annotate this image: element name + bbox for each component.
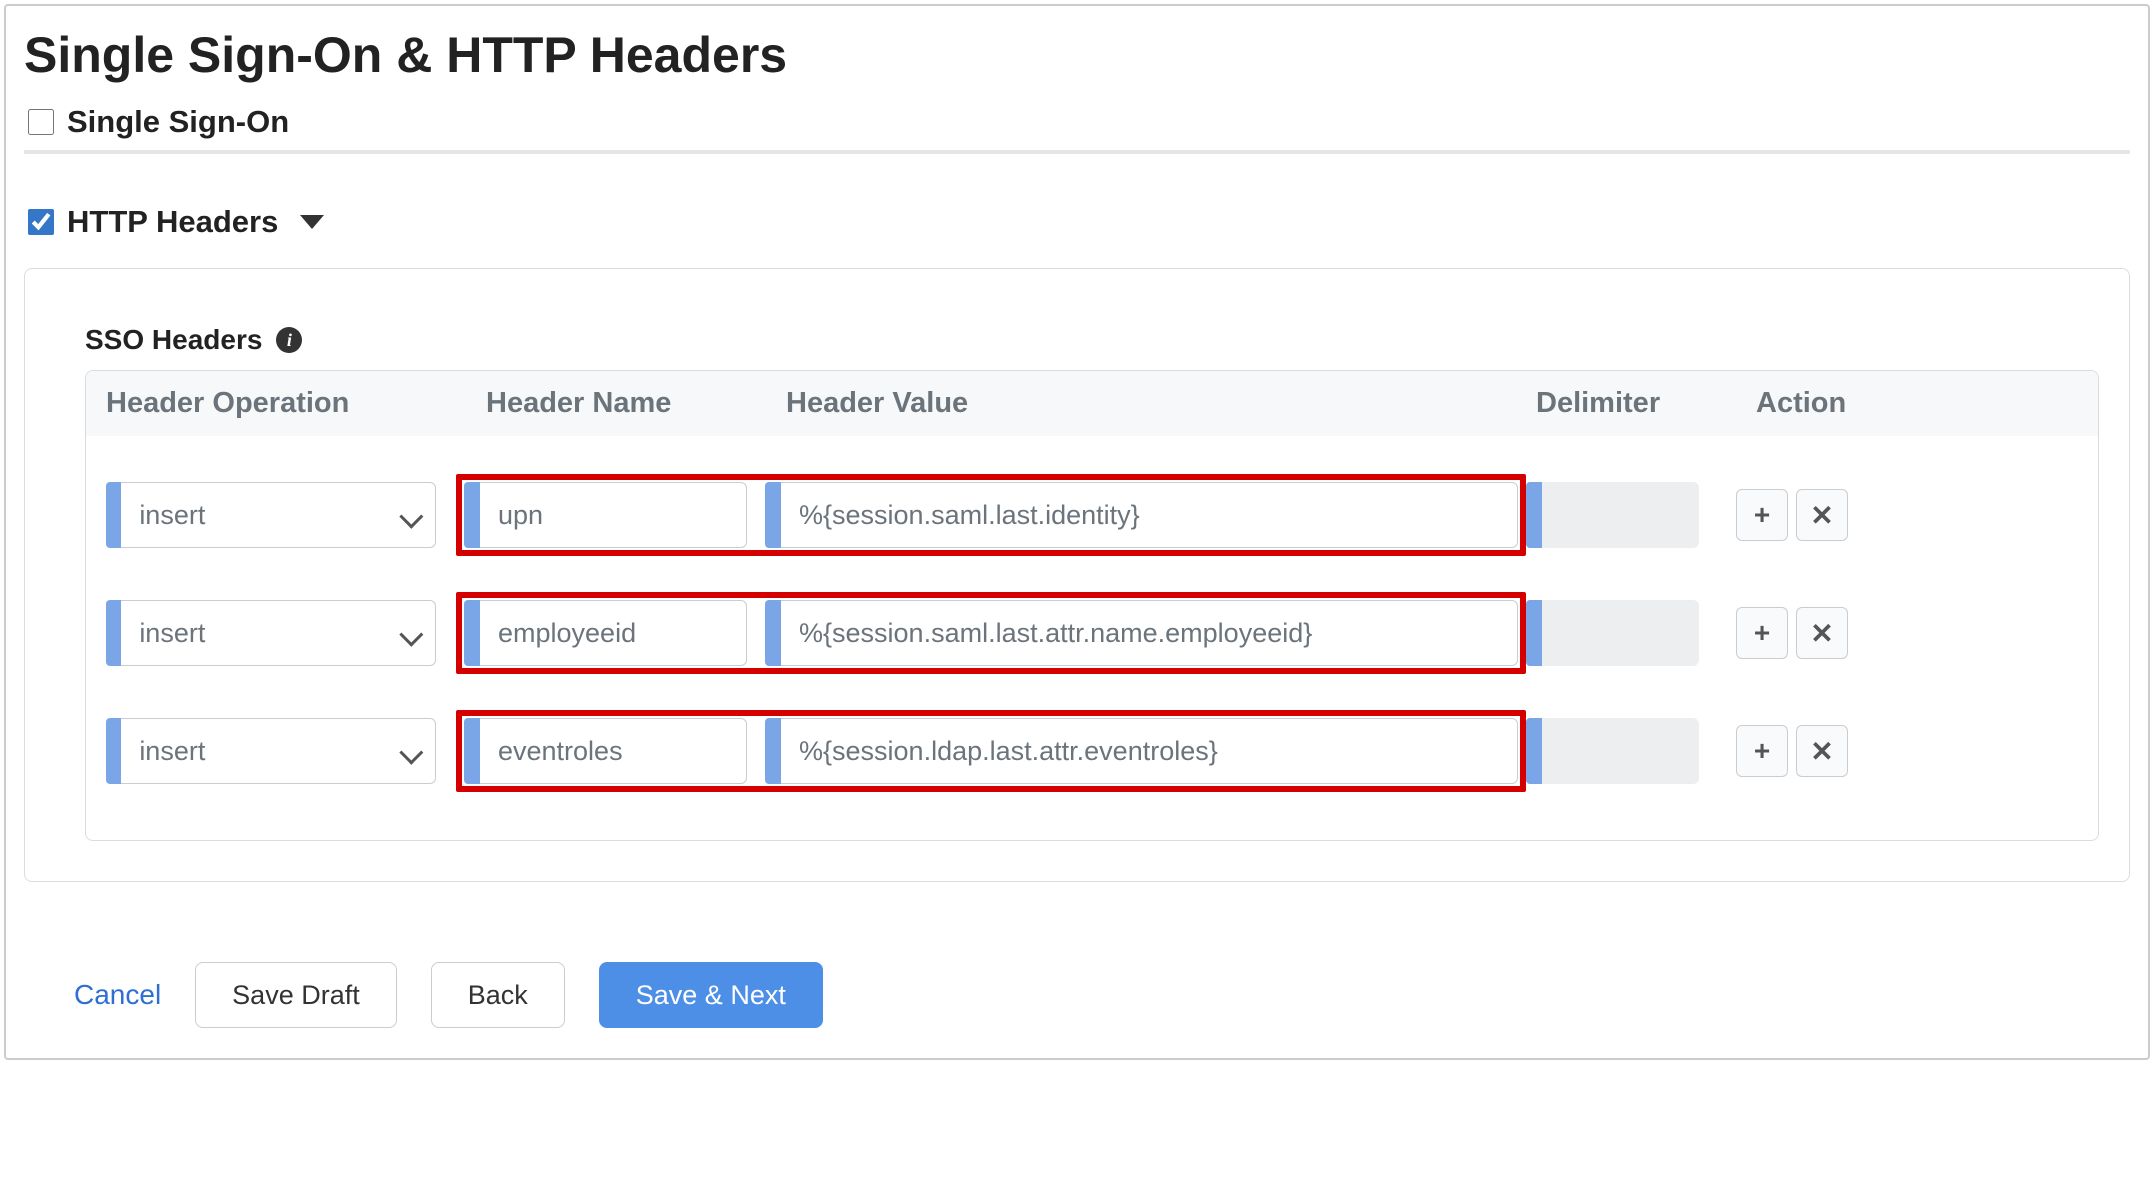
col-header-operation: Header Operation — [96, 387, 486, 420]
grid-body: insertupn%{session.saml.last.identity}+✕… — [86, 436, 2098, 840]
sso-checkbox[interactable] — [28, 109, 54, 135]
col-header-action: Action — [1746, 387, 1956, 420]
header-operation-select[interactable]: insert — [106, 718, 436, 784]
add-row-button[interactable]: + — [1736, 607, 1788, 659]
sso-headers-heading-text: SSO Headers — [85, 324, 262, 356]
table-row: insert upn %{session.saml.last.identity} +✕ — [96, 456, 2088, 574]
delimiter-value — [1542, 600, 1699, 666]
page-title: Single Sign-On & HTTP Headers — [24, 26, 2130, 84]
http-headers-checkbox[interactable] — [28, 209, 54, 235]
col-header-value: Header Value — [786, 387, 1536, 420]
header-name-input[interactable]: upn — [464, 482, 747, 548]
delimiter-input[interactable] — [1526, 718, 1716, 784]
table-row: insert employeeid %{session.saml.last.attr… — [96, 574, 2088, 692]
highlight-name-value: employeeid %{session.saml.last.attr.name.… — [456, 592, 1526, 674]
header-value-input[interactable]: %{session.saml.last.identity} — [765, 482, 1518, 548]
grid-header-row: Header Operation Header Name Header Valu… — [86, 371, 2098, 436]
header-operation-value: insert — [121, 600, 436, 666]
highlight-name-value: eventroles %{session.ldap.last.attr.event… — [456, 710, 1526, 792]
http-headers-checkbox-label: HTTP Headers — [67, 204, 278, 240]
add-row-button[interactable]: + — [1736, 489, 1788, 541]
footer-actions: Cancel Save Draft Back Save & Next — [24, 882, 2130, 1038]
header-name-value: eventroles — [480, 718, 747, 784]
delimiter-value — [1542, 718, 1699, 784]
delimiter-input[interactable] — [1526, 600, 1716, 666]
remove-row-button[interactable]: ✕ — [1796, 607, 1848, 659]
header-operation-select[interactable]: insert — [106, 600, 436, 666]
save-draft-button[interactable]: Save Draft — [195, 962, 397, 1028]
col-header-delimiter: Delimiter — [1536, 387, 1746, 420]
delimiter-value — [1542, 482, 1699, 548]
chevron-down-icon[interactable] — [300, 215, 324, 229]
header-name-value: upn — [480, 482, 747, 548]
back-button[interactable]: Back — [431, 962, 565, 1028]
http-headers-toggle-row: HTTP Headers — [24, 204, 2130, 240]
sso-checkbox-label: Single Sign-On — [67, 104, 289, 140]
header-name-input[interactable]: eventroles — [464, 718, 747, 784]
header-operation-value: insert — [121, 718, 436, 784]
col-header-name: Header Name — [486, 387, 786, 420]
remove-row-button[interactable]: ✕ — [1796, 489, 1848, 541]
save-next-button[interactable]: Save & Next — [599, 962, 823, 1028]
add-row-button[interactable]: + — [1736, 725, 1788, 777]
header-name-input[interactable]: employeeid — [464, 600, 747, 666]
header-value-value: %{session.saml.last.attr.name.employeeid… — [781, 600, 1518, 666]
sso-headers-heading: SSO Headers i — [85, 324, 2099, 356]
sso-toggle-row: Single Sign-On — [24, 104, 2130, 140]
header-value-value: %{session.ldap.last.attr.eventroles} — [781, 718, 1518, 784]
delimiter-input[interactable] — [1526, 482, 1716, 548]
header-operation-select[interactable]: insert — [106, 482, 436, 548]
cancel-link[interactable]: Cancel — [74, 979, 161, 1011]
remove-row-button[interactable]: ✕ — [1796, 725, 1848, 777]
highlight-name-value: upn %{session.saml.last.identity} — [456, 474, 1526, 556]
info-icon[interactable]: i — [276, 327, 302, 353]
header-name-value: employeeid — [480, 600, 747, 666]
header-operation-value: insert — [121, 482, 436, 548]
section-divider — [24, 150, 2130, 154]
sso-headers-grid: Header Operation Header Name Header Valu… — [85, 370, 2099, 841]
table-row: insert eventroles %{session.ldap.last.attr… — [96, 692, 2088, 810]
header-value-value: %{session.saml.last.identity} — [781, 482, 1518, 548]
header-value-input[interactable]: %{session.ldap.last.attr.eventroles} — [765, 718, 1518, 784]
http-headers-panel: SSO Headers i Header Operation Header Na… — [24, 268, 2130, 882]
header-value-input[interactable]: %{session.saml.last.attr.name.employeeid… — [765, 600, 1518, 666]
